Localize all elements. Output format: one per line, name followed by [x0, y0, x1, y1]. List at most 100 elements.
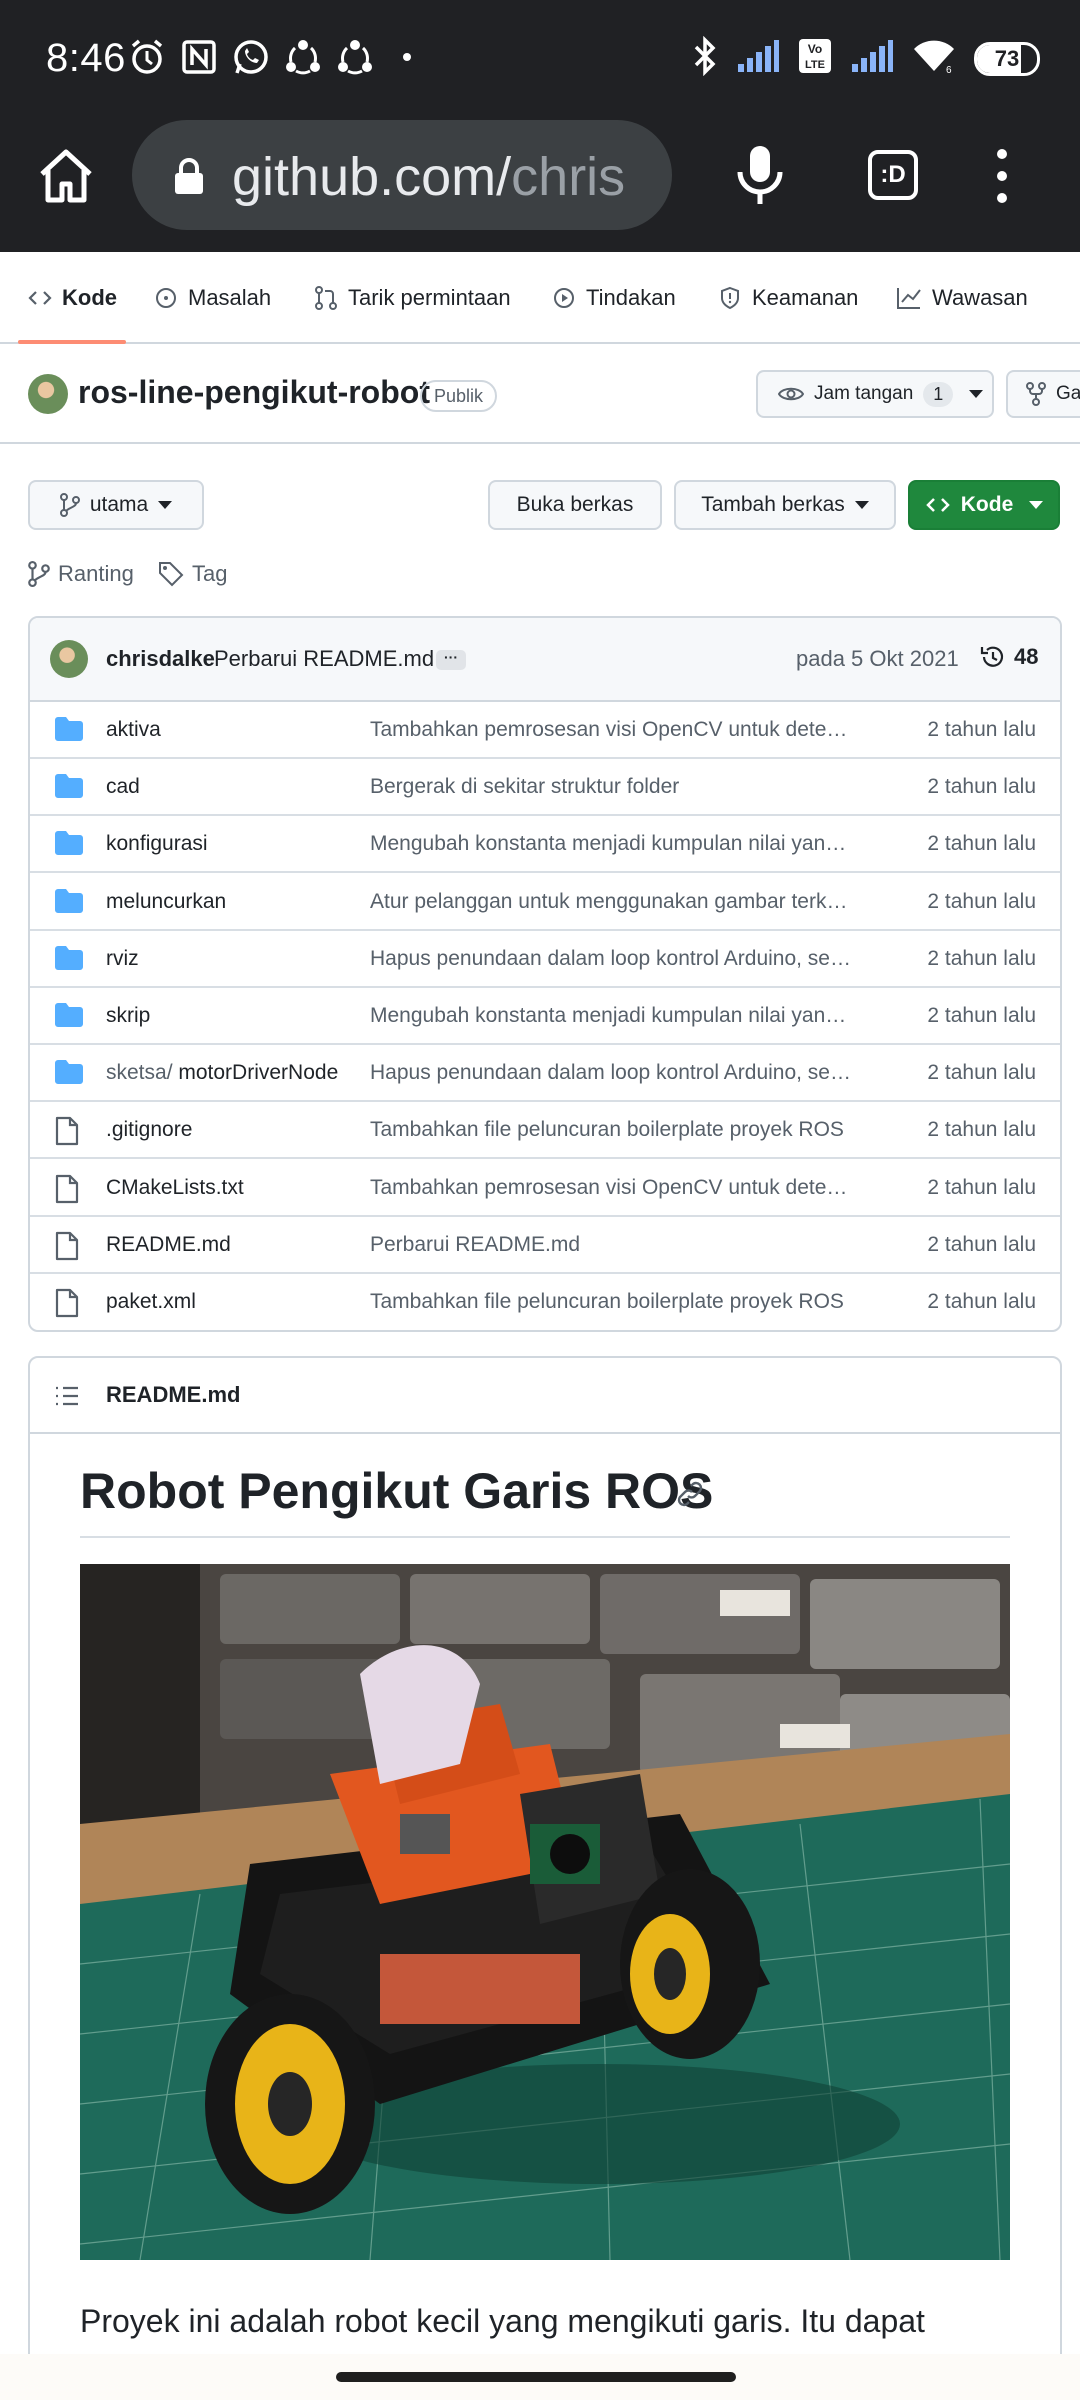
table-row[interactable]: aktiva Tambahkan pemrosesan visi OpenCV u…	[30, 702, 1060, 759]
table-row[interactable]: CMakeLists.txt Tambahkan pemrosesan visi …	[30, 1160, 1060, 1217]
microphone-icon[interactable]	[730, 142, 790, 206]
avatar[interactable]	[50, 640, 88, 678]
file-name[interactable]: sketsa/ motorDriverNode	[106, 1061, 346, 1085]
file-icon	[54, 1116, 84, 1146]
repo-header: ros-line-pengikut-robot Publik Jam tanga…	[0, 344, 1080, 444]
folder-icon	[54, 716, 84, 744]
branches-link[interactable]: Ranting	[28, 556, 134, 592]
file-name[interactable]: CMakeLists.txt	[106, 1176, 346, 1200]
url-text: github.com/chris	[232, 147, 626, 207]
file-name[interactable]: konfigurasi	[106, 832, 346, 856]
commit-message[interactable]: Perbarui README.md	[214, 646, 434, 672]
system-navigation-bar	[0, 2354, 1080, 2400]
chevron-down-icon	[969, 390, 984, 398]
file-commit-message[interactable]: Perbarui README.md	[370, 1233, 856, 1257]
more-menu-icon[interactable]	[990, 144, 1014, 208]
file-name[interactable]: README.md	[106, 1233, 346, 1257]
tab-security[interactable]: Keamanan	[718, 252, 858, 344]
table-row[interactable]: rviz Hapus penundaan dalam loop kontrol A…	[30, 931, 1060, 988]
file-commit-message[interactable]: Tambahkan pemrosesan visi OpenCV untuk d…	[370, 718, 856, 742]
file-commit-message[interactable]: Mengubah konstanta menjadi kumpulan nila…	[370, 832, 856, 856]
graph-icon	[897, 288, 921, 309]
tab-code[interactable]: Kode	[28, 252, 117, 344]
folder-icon	[54, 773, 84, 801]
tab-issues[interactable]: Masalah	[154, 252, 271, 344]
file-name[interactable]: .gitignore	[106, 1118, 346, 1142]
table-row[interactable]: paket.xml Tambahkan file peluncuran boile…	[30, 1274, 1060, 1330]
home-gesture-handle[interactable]	[336, 2372, 736, 2382]
branch-selector[interactable]: utama	[28, 480, 204, 530]
fork-button[interactable]: Ga	[1006, 370, 1080, 418]
file-commit-message[interactable]: Tambahkan file peluncuran boilerplate pr…	[370, 1290, 856, 1314]
readme-heading: Robot Pengikut Garis ROS	[80, 1463, 714, 1519]
folder-icon	[54, 1002, 84, 1030]
list-icon[interactable]	[54, 1384, 80, 1408]
tab-issues-label: Masalah	[188, 285, 272, 310]
file-name-text: meluncurkan	[106, 889, 227, 913]
file-commit-message[interactable]: Hapus penundaan dalam loop kontrol Ardui…	[370, 1061, 856, 1085]
tab-insights[interactable]: Wawasan	[896, 252, 1028, 344]
tab-pull-requests[interactable]: Tarik permintaan	[314, 252, 511, 344]
file-name[interactable]: aktiva	[106, 718, 346, 742]
divider	[80, 1536, 1010, 1538]
file-commit-message[interactable]: Tambahkan pemrosesan visi OpenCV untuk d…	[370, 1176, 856, 1200]
code-button-label: Kode	[960, 493, 1014, 516]
issue-icon	[156, 288, 176, 308]
file-name[interactable]: paket.xml	[106, 1290, 346, 1314]
commit-history-link[interactable]: 48	[980, 644, 1038, 670]
add-file-button[interactable]: Tambah berkas	[674, 480, 896, 530]
commit-date: pada 5 Okt 2021	[796, 646, 959, 671]
commit-author[interactable]: chrisdalke	[106, 646, 215, 672]
file-name-text: motorDriverNode	[178, 1061, 339, 1085]
file-commit-message[interactable]: Hapus penundaan dalam loop kontrol Ardui…	[370, 947, 856, 971]
table-row[interactable]: cad Bergerak di sekitar struktur folder 2 …	[30, 759, 1060, 817]
home-icon[interactable]	[34, 144, 98, 208]
file-commit-message[interactable]: Mengubah konstanta menjadi kumpulan nila…	[370, 1004, 856, 1028]
table-row[interactable]: skrip Mengubah konstanta menjadi kumpulan…	[30, 988, 1060, 1045]
open-file-button[interactable]: Buka berkas	[488, 480, 662, 530]
file-name-text: konfigurasi	[106, 832, 208, 856]
play-icon	[554, 288, 574, 308]
file-name-text: cad	[106, 775, 140, 799]
tags-link[interactable]: Tag	[158, 556, 227, 592]
file-age: 2 tahun lalu	[927, 946, 1036, 970]
file-name[interactable]: rviz	[106, 947, 346, 971]
chevron-down-icon	[1029, 501, 1044, 509]
file-commit-message[interactable]: Tambahkan file peluncuran boilerplate pr…	[370, 1118, 856, 1142]
file-commit-message[interactable]: Bergerak di sekitar struktur folder	[370, 775, 856, 799]
table-row[interactable]: meluncurkan Atur pelanggan untuk mengguna…	[30, 874, 1060, 931]
file-commit-message[interactable]: Atur pelanggan untuk menggunakan gambar …	[370, 890, 856, 914]
file-name[interactable]: skrip	[106, 1004, 346, 1028]
file-name[interactable]: meluncurkan	[106, 890, 346, 914]
file-name[interactable]: cad	[106, 775, 346, 799]
dot-icon	[388, 38, 426, 76]
file-age: 2 tahun lalu	[927, 1175, 1036, 1199]
file-name-text: rviz	[106, 946, 139, 970]
nfc-icon	[180, 38, 218, 76]
expand-commit-button[interactable]: ···	[436, 650, 466, 670]
repo-title[interactable]: ros-line-pengikut-robot	[78, 374, 430, 411]
signal-icon	[736, 38, 780, 79]
table-row[interactable]: sketsa/ motorDriverNode Hapus penundaan d…	[30, 1045, 1060, 1103]
watch-button[interactable]: Jam tangan 1	[756, 370, 994, 418]
table-row[interactable]: README.md Perbarui README.md 2 tahun lalu	[30, 1217, 1060, 1274]
link-icon[interactable]	[676, 1480, 704, 1508]
file-name-text: .gitignore	[106, 1118, 193, 1142]
file-name-text: aktiva	[106, 718, 161, 741]
branch-icon	[28, 561, 50, 587]
tab-pull-requests-label: Tarik permintaan	[348, 285, 511, 310]
code-button[interactable]: Kode	[908, 480, 1060, 530]
file-age: 2 tahun lalu	[927, 889, 1036, 913]
folder-icon	[54, 830, 84, 858]
readme-filename[interactable]: README.md	[106, 1382, 240, 1408]
address-bar[interactable]: github.com/chris	[132, 120, 672, 230]
file-age: 2 tahun lalu	[927, 718, 1036, 741]
add-file-label: Tambah berkas	[701, 493, 845, 516]
table-row[interactable]: konfigurasi Mengubah konstanta menjadi ku…	[30, 816, 1060, 874]
avatar[interactable]	[28, 374, 68, 414]
tab-switcher-button[interactable]: :D	[868, 150, 918, 200]
table-row[interactable]: .gitignore Tambahkan file peluncuran boil…	[30, 1102, 1060, 1160]
file-table: chrisdalke Perbarui README.md ··· pada 5…	[28, 616, 1062, 1332]
file-age: 2 tahun lalu	[927, 1232, 1036, 1256]
tab-actions[interactable]: Tindakan	[552, 252, 676, 344]
